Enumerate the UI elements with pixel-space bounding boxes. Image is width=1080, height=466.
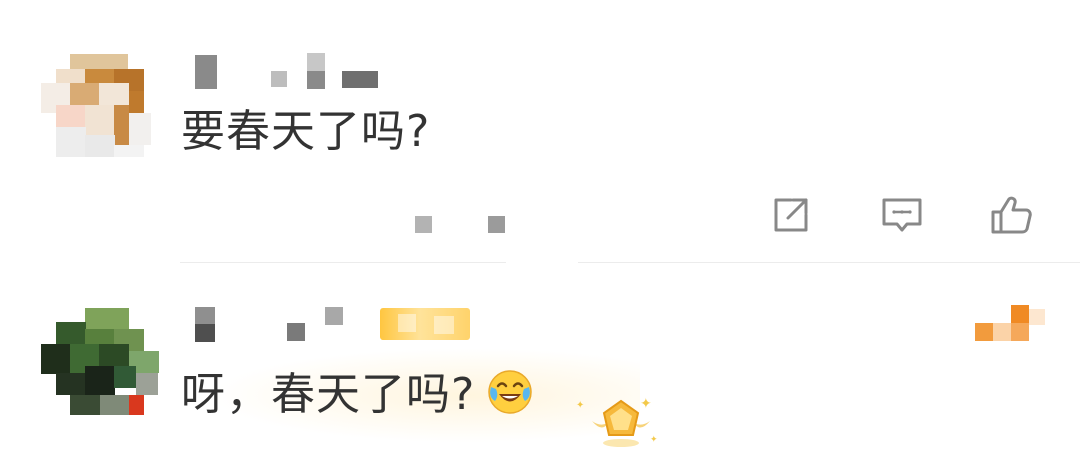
comment-text: 要春天了吗? xyxy=(181,106,431,157)
comment-item: 呀，春天了吗? ✦ ✦ ✦ xyxy=(0,263,1080,466)
comment-text-content: 呀，春天了吗? xyxy=(181,369,476,420)
sparkle-icon: ✦ xyxy=(576,400,585,411)
reply-button[interactable] xyxy=(880,193,924,237)
fan-badge xyxy=(975,305,1047,341)
comment-text: 呀，春天了吗? xyxy=(181,367,533,423)
sparkle-icon: ✦ xyxy=(650,435,658,445)
reply-comment-icon xyxy=(882,198,922,232)
share-button[interactable] xyxy=(769,193,813,237)
thumbs-up-icon xyxy=(991,196,1032,234)
member-badge xyxy=(380,308,470,340)
avatar[interactable] xyxy=(34,47,151,163)
comment-time xyxy=(414,214,509,236)
avatar[interactable] xyxy=(34,300,159,416)
share-icon xyxy=(774,198,808,232)
laughing-crying-emoji-icon xyxy=(488,370,533,414)
like-button[interactable] xyxy=(990,193,1034,237)
sparkle-icon: ✦ xyxy=(640,396,652,412)
comment-item: 要春天了吗? xyxy=(0,0,1080,263)
username[interactable] xyxy=(195,53,395,93)
username[interactable] xyxy=(195,305,365,345)
